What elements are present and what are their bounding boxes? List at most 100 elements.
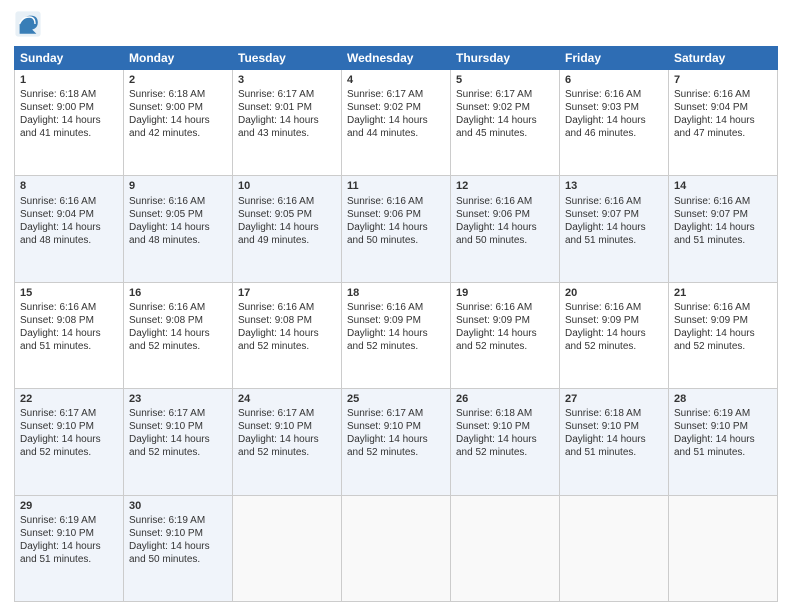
sunrise-label: Sunrise: 6:17 AM (20, 408, 96, 419)
calendar-cell: 19 Sunrise: 6:16 AM Sunset: 9:09 PM Dayl… (451, 282, 560, 388)
day-number: 27 (565, 392, 663, 406)
sunrise-label: Sunrise: 6:19 AM (20, 515, 96, 526)
daylight-minutes: and 52 minutes. (129, 341, 200, 352)
calendar-cell (669, 495, 778, 601)
sunset-label: Sunset: 9:07 PM (674, 209, 748, 220)
daylight-label: Daylight: 14 hours (129, 434, 210, 445)
daylight-label: Daylight: 14 hours (674, 115, 755, 126)
daylight-label: Daylight: 14 hours (565, 222, 646, 233)
daylight-minutes: and 52 minutes. (674, 341, 745, 352)
daylight-label: Daylight: 14 hours (20, 328, 101, 339)
daylight-label: Daylight: 14 hours (456, 222, 537, 233)
calendar-cell (342, 495, 451, 601)
daylight-minutes: and 50 minutes. (347, 235, 418, 246)
day-header-monday: Monday (124, 47, 233, 70)
sunset-label: Sunset: 9:00 PM (20, 102, 94, 113)
sunrise-label: Sunrise: 6:16 AM (20, 302, 96, 313)
day-number: 25 (347, 392, 445, 406)
day-number: 10 (238, 179, 336, 193)
daylight-label: Daylight: 14 hours (129, 328, 210, 339)
daylight-label: Daylight: 14 hours (347, 328, 428, 339)
sunrise-label: Sunrise: 6:19 AM (674, 408, 750, 419)
day-number: 13 (565, 179, 663, 193)
sunrise-label: Sunrise: 6:17 AM (347, 89, 423, 100)
daylight-minutes: and 51 minutes. (20, 341, 91, 352)
sunrise-label: Sunrise: 6:16 AM (347, 196, 423, 207)
day-number: 15 (20, 286, 118, 300)
daylight-label: Daylight: 14 hours (238, 328, 319, 339)
daylight-label: Daylight: 14 hours (129, 541, 210, 552)
daylight-label: Daylight: 14 hours (565, 434, 646, 445)
day-number: 7 (674, 73, 772, 87)
day-number: 11 (347, 179, 445, 193)
sunrise-label: Sunrise: 6:16 AM (347, 302, 423, 313)
daylight-minutes: and 52 minutes. (456, 447, 527, 458)
day-number: 6 (565, 73, 663, 87)
day-number: 3 (238, 73, 336, 87)
header (14, 10, 778, 38)
daylight-label: Daylight: 14 hours (20, 541, 101, 552)
calendar-header-row: SundayMondayTuesdayWednesdayThursdayFrid… (15, 47, 778, 70)
calendar-cell: 8 Sunrise: 6:16 AM Sunset: 9:04 PM Dayli… (15, 176, 124, 282)
sunset-label: Sunset: 9:09 PM (565, 315, 639, 326)
daylight-minutes: and 52 minutes. (565, 341, 636, 352)
calendar-cell (233, 495, 342, 601)
sunrise-label: Sunrise: 6:18 AM (20, 89, 96, 100)
sunset-label: Sunset: 9:08 PM (20, 315, 94, 326)
day-number: 14 (674, 179, 772, 193)
sunset-label: Sunset: 9:05 PM (129, 209, 203, 220)
daylight-minutes: and 51 minutes. (674, 447, 745, 458)
calendar-cell: 12 Sunrise: 6:16 AM Sunset: 9:06 PM Dayl… (451, 176, 560, 282)
day-header-sunday: Sunday (15, 47, 124, 70)
sunset-label: Sunset: 9:04 PM (20, 209, 94, 220)
daylight-label: Daylight: 14 hours (456, 328, 537, 339)
calendar-cell: 22 Sunrise: 6:17 AM Sunset: 9:10 PM Dayl… (15, 389, 124, 495)
sunset-label: Sunset: 9:08 PM (129, 315, 203, 326)
sunrise-label: Sunrise: 6:17 AM (238, 89, 314, 100)
sunset-label: Sunset: 9:10 PM (129, 528, 203, 539)
daylight-minutes: and 50 minutes. (456, 235, 527, 246)
daylight-minutes: and 51 minutes. (20, 554, 91, 565)
page: SundayMondayTuesdayWednesdayThursdayFrid… (0, 0, 792, 612)
day-header-tuesday: Tuesday (233, 47, 342, 70)
sunrise-label: Sunrise: 6:16 AM (565, 196, 641, 207)
daylight-minutes: and 48 minutes. (129, 235, 200, 246)
sunset-label: Sunset: 9:10 PM (238, 421, 312, 432)
daylight-label: Daylight: 14 hours (674, 434, 755, 445)
daylight-minutes: and 51 minutes. (674, 235, 745, 246)
sunrise-label: Sunrise: 6:16 AM (674, 196, 750, 207)
daylight-minutes: and 52 minutes. (238, 447, 309, 458)
sunrise-label: Sunrise: 6:16 AM (456, 302, 532, 313)
calendar-cell: 23 Sunrise: 6:17 AM Sunset: 9:10 PM Dayl… (124, 389, 233, 495)
daylight-minutes: and 47 minutes. (674, 128, 745, 139)
calendar-cell: 14 Sunrise: 6:16 AM Sunset: 9:07 PM Dayl… (669, 176, 778, 282)
day-number: 29 (20, 499, 118, 513)
daylight-minutes: and 42 minutes. (129, 128, 200, 139)
day-header-saturday: Saturday (669, 47, 778, 70)
sunset-label: Sunset: 9:01 PM (238, 102, 312, 113)
sunset-label: Sunset: 9:02 PM (456, 102, 530, 113)
calendar-cell: 27 Sunrise: 6:18 AM Sunset: 9:10 PM Dayl… (560, 389, 669, 495)
sunrise-label: Sunrise: 6:16 AM (565, 89, 641, 100)
daylight-label: Daylight: 14 hours (347, 222, 428, 233)
calendar-cell: 3 Sunrise: 6:17 AM Sunset: 9:01 PM Dayli… (233, 70, 342, 176)
daylight-minutes: and 46 minutes. (565, 128, 636, 139)
calendar-cell: 20 Sunrise: 6:16 AM Sunset: 9:09 PM Dayl… (560, 282, 669, 388)
sunset-label: Sunset: 9:10 PM (456, 421, 530, 432)
day-number: 21 (674, 286, 772, 300)
day-number: 5 (456, 73, 554, 87)
sunrise-label: Sunrise: 6:16 AM (20, 196, 96, 207)
week-row-3: 15 Sunrise: 6:16 AM Sunset: 9:08 PM Dayl… (15, 282, 778, 388)
logo (14, 10, 44, 38)
sunrise-label: Sunrise: 6:16 AM (565, 302, 641, 313)
daylight-label: Daylight: 14 hours (20, 115, 101, 126)
daylight-minutes: and 48 minutes. (20, 235, 91, 246)
calendar-cell: 10 Sunrise: 6:16 AM Sunset: 9:05 PM Dayl… (233, 176, 342, 282)
day-number: 26 (456, 392, 554, 406)
daylight-label: Daylight: 14 hours (238, 222, 319, 233)
sunrise-label: Sunrise: 6:17 AM (129, 408, 205, 419)
sunset-label: Sunset: 9:09 PM (674, 315, 748, 326)
sunrise-label: Sunrise: 6:16 AM (238, 196, 314, 207)
calendar-cell (560, 495, 669, 601)
daylight-label: Daylight: 14 hours (565, 115, 646, 126)
